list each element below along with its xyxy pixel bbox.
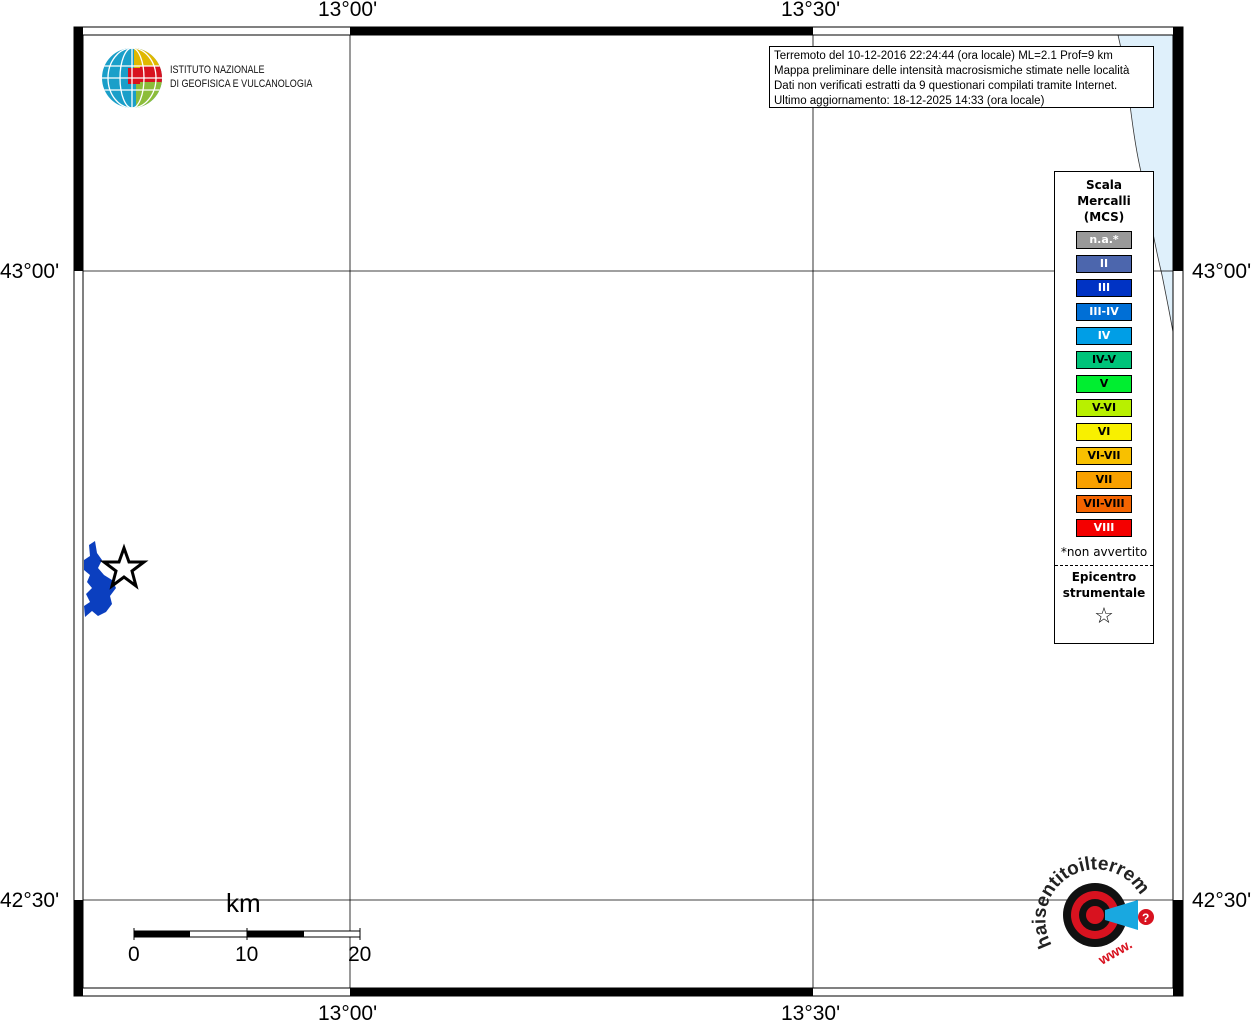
lat-label-left-2: 42°30' bbox=[0, 889, 60, 912]
scale-bar: km 0 10 20 bbox=[120, 888, 380, 978]
legend-swatch-8: VI bbox=[1076, 423, 1132, 441]
legend-swatch-0: n.a.* bbox=[1076, 231, 1132, 249]
ingv-name-line1: ISTITUTO NAZIONALE bbox=[170, 64, 265, 76]
legend-swatch-11: VII-VIII bbox=[1076, 495, 1132, 513]
ingv-name-line2: DI GEOFISICA E VULCANOLOGIA bbox=[170, 78, 313, 90]
legend-swatch-2: III bbox=[1076, 279, 1132, 297]
legend-swatch-4: IV bbox=[1076, 327, 1132, 345]
lat-label-left-1: 43°00' bbox=[0, 260, 60, 283]
legend-swatch-10: VII bbox=[1076, 471, 1132, 489]
mcs-legend: Scala Mercalli (MCS) n.a.* II III III-IV IV I… bbox=[1054, 171, 1154, 644]
event-info-line1: Terremoto del 10-12-2016 22:24:44 (ora l… bbox=[774, 50, 1113, 62]
legend-title-line1: Scala bbox=[1085, 178, 1123, 192]
hst-logo-graphic: haisentitoilterremoto.it ? www. bbox=[1024, 839, 1154, 968]
scale-label-20: 20 bbox=[348, 943, 372, 966]
legend-swatch-6: V bbox=[1076, 375, 1132, 393]
lat-label-right-2: 42°30' bbox=[1192, 889, 1252, 912]
legend-swatch-7: V-VI bbox=[1076, 399, 1132, 417]
event-info-line2: Mappa preliminare delle intensità macros… bbox=[774, 65, 1130, 77]
legend-star-icon: ☆ bbox=[1094, 604, 1114, 629]
graticule bbox=[83, 35, 1173, 988]
legend-swatch-1: II bbox=[1076, 255, 1132, 273]
event-info-line3: Dati non verificati estratti da 9 questi… bbox=[774, 80, 1118, 92]
legend-swatch-5: IV-V bbox=[1076, 351, 1132, 369]
lon-label-top-2: 13°30' bbox=[781, 0, 841, 21]
legend-note: *non avvertito bbox=[1060, 545, 1148, 559]
haisentitoilterremoto-logo: haisentitoilterremoto.it ? www. bbox=[1024, 839, 1165, 975]
scale-label-10: 10 bbox=[235, 943, 259, 966]
legend-title-line3: (MCS) bbox=[1083, 210, 1125, 224]
legend-items: n.a.* II III III-IV IV IV-V V V-VI VI VI-VII VII VI… bbox=[1055, 231, 1153, 537]
legend-title-line2: Mercalli bbox=[1077, 194, 1131, 208]
event-info-box: Terremoto del 10-12-2016 22:24:44 (ora l… bbox=[769, 46, 1154, 108]
globe-icon bbox=[102, 48, 162, 108]
legend-swatch-9: VI-VII bbox=[1076, 447, 1132, 465]
legend-epicenter-line1: Epicentro bbox=[1071, 570, 1137, 584]
ingv-name: ISTITUTO NAZIONALE DI GEOFISICA E VULCAN… bbox=[170, 63, 312, 91]
lon-label-bottom-1: 13°00' bbox=[318, 1002, 378, 1025]
svg-text:?: ? bbox=[1142, 911, 1149, 925]
legend-epicenter-line2: strumentale bbox=[1062, 586, 1146, 600]
lon-label-top-1: 13°00' bbox=[318, 0, 378, 21]
scale-bar-graphic bbox=[133, 928, 361, 940]
map-frame bbox=[73, 26, 1184, 997]
scale-label-0: 0 bbox=[128, 943, 140, 966]
event-info-line4: Ultimo aggiornamento: 18-12-2025 14:33 (… bbox=[774, 95, 1045, 107]
legend-separator bbox=[1055, 565, 1153, 566]
lake-feature bbox=[84, 541, 116, 617]
legend-swatch-12: VIII bbox=[1076, 519, 1132, 537]
lon-label-bottom-2: 13°30' bbox=[781, 1002, 841, 1025]
legend-title: Scala Mercalli (MCS) bbox=[1055, 177, 1153, 225]
legend-swatch-3: III-IV bbox=[1076, 303, 1132, 321]
legend-epicenter-label: Epicentro strumentale bbox=[1055, 569, 1153, 601]
lat-label-right-1: 43°00' bbox=[1192, 260, 1252, 283]
